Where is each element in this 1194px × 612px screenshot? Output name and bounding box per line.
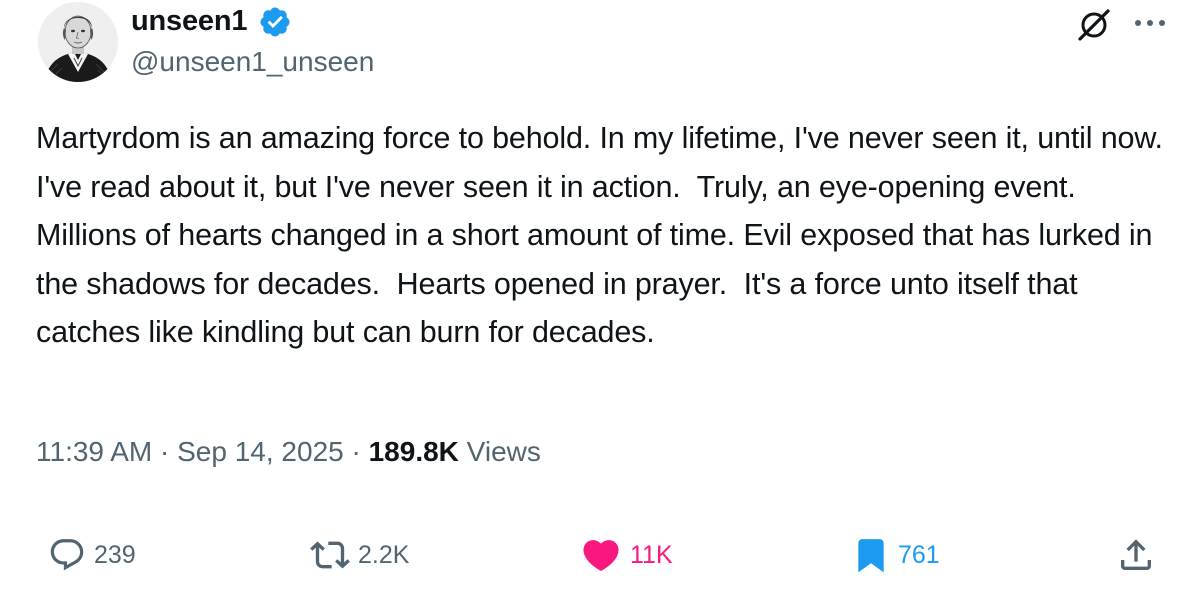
views-label[interactable]: Views — [459, 436, 541, 467]
tweet-time[interactable]: 11:39 AM — [36, 436, 152, 467]
heart-filled-icon — [583, 540, 619, 572]
like-button[interactable]: 11K — [580, 530, 673, 580]
meta-separator: · — [343, 436, 369, 467]
bookmark-button[interactable]: 761 — [852, 530, 940, 580]
reply-button[interactable]: 239 — [48, 530, 136, 580]
share-button[interactable] — [1116, 530, 1156, 580]
grok-icon[interactable] — [1075, 6, 1113, 44]
tweet-text: Martyrdom is an amazing force to behold.… — [36, 121, 1180, 349]
avatar[interactable] — [38, 2, 118, 82]
like-count: 11K — [630, 541, 673, 569]
meta-separator: · — [152, 436, 178, 467]
more-dots-icon[interactable] — [1130, 8, 1170, 38]
share-icon — [1121, 539, 1151, 570]
retweet-icon — [310, 541, 350, 569]
tweet-detail: unseen1 @unseen1_unseen Martyrdom is an … — [0, 0, 1194, 612]
reply-count: 239 — [94, 541, 136, 569]
tweet-meta: 11:39 AM · Sep 14, 2025 · 189.8K Views — [36, 432, 541, 472]
action-bar: 239 2.2K 11K 761 — [0, 530, 1194, 580]
portrait-engraving-icon — [38, 2, 118, 82]
bookmark-filled-icon — [858, 539, 884, 573]
retweet-button[interactable]: 2.2K — [310, 530, 409, 580]
display-name[interactable]: unseen1 — [131, 3, 247, 39]
handle[interactable]: @unseen1_unseen — [131, 44, 374, 80]
bookmark-count: 761 — [898, 541, 940, 569]
retweet-count: 2.2K — [358, 541, 410, 569]
reply-icon — [50, 539, 84, 571]
views-count[interactable]: 189.8K — [369, 436, 459, 467]
verified-badge-icon[interactable] — [258, 5, 292, 39]
tweet-date[interactable]: Sep 14, 2025 — [177, 436, 344, 467]
